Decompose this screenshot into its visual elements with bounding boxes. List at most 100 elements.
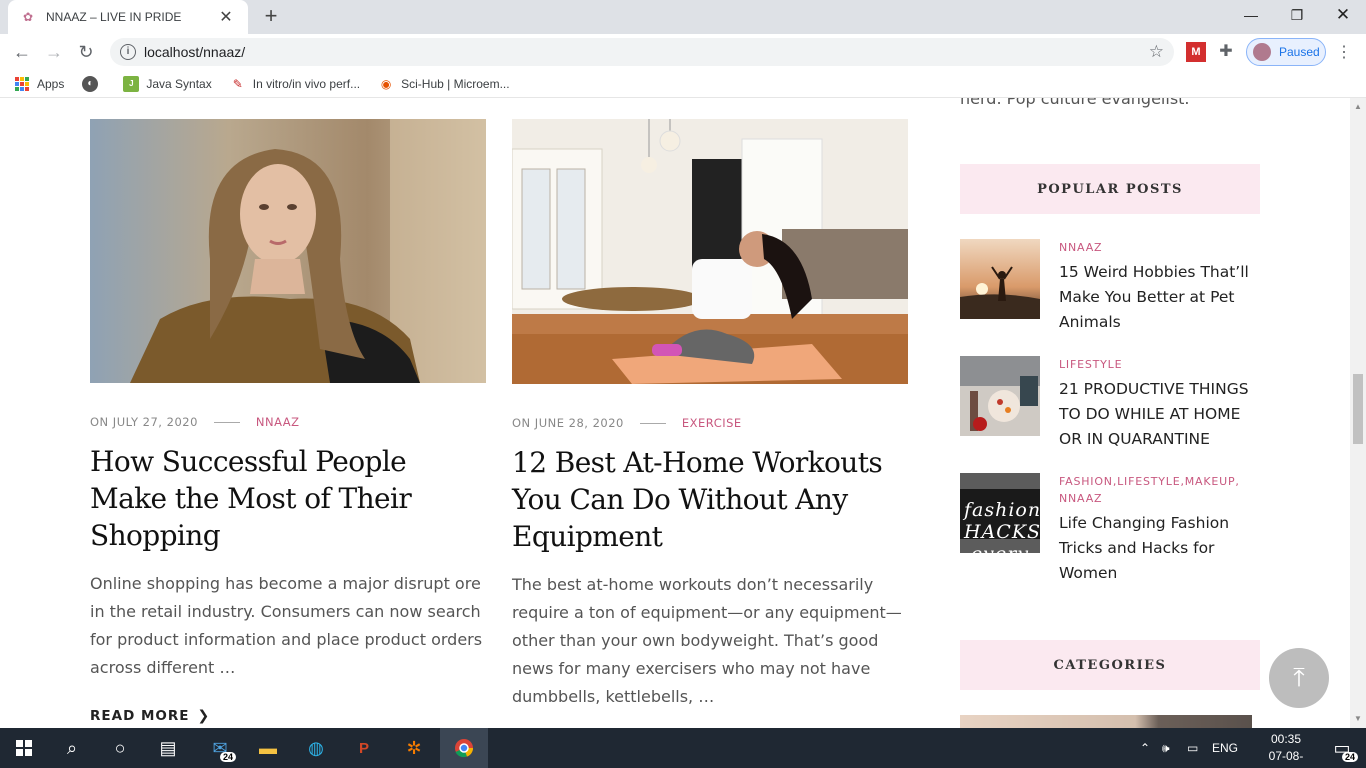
close-window-button[interactable]: ✕ xyxy=(1320,0,1366,30)
post-meta: ON JUNE 28, 2020 EXERCISE xyxy=(512,416,908,430)
powerpoint-icon[interactable]: P xyxy=(340,728,388,768)
mail-badge: 24 xyxy=(219,752,236,762)
scroll-up-arrow-icon[interactable]: ▲ xyxy=(1350,102,1366,111)
restore-window-button[interactable]: ❐ xyxy=(1274,0,1320,30)
post-image[interactable] xyxy=(90,119,486,383)
back-to-top-button[interactable]: ⤒ xyxy=(1269,648,1329,708)
post-category-link[interactable]: NNAAZ xyxy=(256,415,300,429)
post-category-link[interactable]: EXERCISE xyxy=(682,416,742,430)
chrome-menu-icon[interactable]: ⋮ xyxy=(1334,42,1354,62)
search-icon[interactable]: ⌕ xyxy=(48,728,96,768)
tab-strip: ✿ NNAAZ – LIVE IN PRIDE ✕ + — ❐ ✕ xyxy=(0,0,1366,34)
popular-post-body: FASHION,LIFESTYLE,MAKEUP, NNAAZ Life Cha… xyxy=(1059,473,1259,586)
bookmark-label: Java Syntax xyxy=(146,76,212,91)
author-bio-text: nerd. Pop culture evangelist. xyxy=(960,98,1190,108)
notifications-icon[interactable]: ▭ 24 xyxy=(1318,728,1366,768)
edge-browser-icon[interactable]: ◍ xyxy=(292,728,340,768)
chevron-right-icon: ❯ xyxy=(197,708,211,724)
url-text[interactable]: localhost/nnaaz/ xyxy=(144,44,245,60)
popular-post-category[interactable]: NNAAZ xyxy=(1059,239,1259,256)
popular-post-title[interactable]: 21 PRODUCTIVE THINGS TO DO WHILE AT HOME… xyxy=(1059,377,1259,452)
popular-post-thumb[interactable] xyxy=(960,356,1040,436)
bookmark-in-vitro[interactable]: ✎ In vitro/in vivo perf... xyxy=(230,76,360,92)
read-more-link[interactable]: READ MORE ❯ xyxy=(90,708,486,724)
cortana-icon[interactable]: ○ xyxy=(96,728,144,768)
volume-icon[interactable]: 🕪 xyxy=(1162,728,1170,768)
address-bar[interactable]: i localhost/nnaaz/ ☆ xyxy=(110,38,1174,66)
file-explorer-icon[interactable]: ▬ xyxy=(244,728,292,768)
meta-divider xyxy=(639,422,666,424)
close-tab-icon[interactable]: ✕ xyxy=(216,7,236,27)
post-excerpt: The best at-home workouts don’t necessar… xyxy=(512,575,902,706)
notification-badge: 24 xyxy=(1341,752,1358,762)
xampp-icon[interactable]: ✲ xyxy=(390,728,438,768)
bookmark-label: In vitro/in vivo perf... xyxy=(252,76,361,91)
bookmark-label: Apps xyxy=(37,76,65,91)
post-title[interactable]: How Successful People Make the Most of T… xyxy=(90,443,486,554)
post-image[interactable] xyxy=(512,119,908,384)
post-card: ON JULY 27, 2020 NNAAZ How Successful Pe… xyxy=(90,119,486,724)
bookmark-scihub[interactable]: ◉ Sci-Hub | Microem... xyxy=(378,76,510,92)
show-hidden-icons-icon[interactable]: ⌃ xyxy=(1140,728,1150,768)
chrome-taskbar-icon[interactable] xyxy=(440,728,488,768)
clock-date: 07-08-2020 xyxy=(1268,749,1304,768)
popular-post-body: LIFESTYLE 21 PRODUCTIVE THINGS TO DO WHI… xyxy=(1059,356,1259,452)
popular-post-category[interactable]: LIFESTYLE xyxy=(1059,356,1259,373)
post-date: ON JUNE 28, 2020 xyxy=(512,416,624,430)
extensions-puzzle-icon[interactable]: ✚ xyxy=(1216,42,1236,62)
back-button[interactable]: ← xyxy=(10,40,34,64)
bookmark-star-icon[interactable]: ☆ xyxy=(1149,42,1164,62)
bookmarks-bar: Apps ◐ J Java Syntax ✎ In vitro/in vivo … xyxy=(0,70,1366,98)
post-title[interactable]: 12 Best At-Home Workouts You Can Do With… xyxy=(512,444,908,555)
categories-heading: CATEGORIES xyxy=(960,640,1260,690)
bookmark-icon: ✎ xyxy=(232,76,243,91)
bookmark-globe[interactable]: ◐ xyxy=(82,75,105,92)
start-windows-icon[interactable] xyxy=(0,728,48,768)
mendeley-extension-icon[interactable]: M xyxy=(1186,42,1206,62)
thumb-overlay-text: fashion HACKS every girl should know xyxy=(964,499,1040,553)
windows-taskbar: ⌕ ○ ▤ ✉ 24 ▬ ◍ P ✲ ⌃ 🕪 ▭ ENG 00:35 07-08… xyxy=(0,728,1366,768)
popular-post-title[interactable]: Life Changing Fashion Tricks and Hacks f… xyxy=(1059,511,1259,586)
profile-status: Paused xyxy=(1279,45,1320,59)
post-excerpt: Online shopping has become a major disru… xyxy=(90,574,483,677)
arrow-up-icon: ⤒ xyxy=(1293,662,1305,692)
apps-grid-icon xyxy=(14,76,30,92)
avatar xyxy=(1253,43,1271,61)
popular-post-body: NNAAZ 15 Weird Hobbies That’ll Make You … xyxy=(1059,239,1259,335)
popular-posts-heading: POPULAR POSTS xyxy=(960,164,1260,214)
meta-divider xyxy=(213,421,240,423)
browser-tab[interactable]: ✿ NNAAZ – LIVE IN PRIDE ✕ xyxy=(8,0,248,34)
popular-post-thumb[interactable] xyxy=(960,239,1040,319)
mail-app-icon[interactable]: ✉ 24 xyxy=(196,728,244,768)
page-scrollbar[interactable]: ▲ ▼ xyxy=(1350,98,1366,728)
language-indicator[interactable]: ENG xyxy=(1212,728,1238,768)
category-image-preview[interactable] xyxy=(960,715,1252,728)
bookmark-java-syntax[interactable]: J Java Syntax xyxy=(123,75,212,92)
popular-post-category[interactable]: FASHION,LIFESTYLE,MAKEUP, NNAAZ xyxy=(1059,473,1259,507)
profile-button[interactable]: Paused xyxy=(1246,38,1326,66)
tab-title: NNAAZ – LIVE IN PRIDE xyxy=(46,10,182,24)
bookmark-apps[interactable]: Apps xyxy=(14,76,64,92)
site-info-icon[interactable]: i xyxy=(120,44,136,60)
scrollbar-thumb[interactable] xyxy=(1353,374,1363,444)
popular-post-thumb[interactable]: fashion HACKS every girl should know xyxy=(960,473,1040,553)
browser-toolbar: ← → ↻ i localhost/nnaaz/ ☆ M ✚ Paused ⋮ xyxy=(0,34,1366,70)
globe-icon: ◐ xyxy=(82,75,99,92)
new-tab-button[interactable]: + xyxy=(258,4,284,30)
post-meta: ON JULY 27, 2020 NNAAZ xyxy=(90,415,486,429)
scroll-down-arrow-icon[interactable]: ▼ xyxy=(1350,714,1366,723)
site-favicon-icon: ✿ xyxy=(22,10,34,24)
bookmark-label: Sci-Hub | Microem... xyxy=(401,76,510,91)
system-clock[interactable]: 00:35 07-08-2020 xyxy=(1256,731,1316,768)
minimize-window-button[interactable]: — xyxy=(1228,0,1274,30)
post-card: ON JUNE 28, 2020 EXERCISE 12 Best At-Hom… xyxy=(512,119,908,711)
popular-post-title[interactable]: 15 Weird Hobbies That’ll Make You Better… xyxy=(1059,260,1259,335)
forward-button[interactable]: → xyxy=(42,40,66,64)
task-view-icon[interactable]: ▤ xyxy=(144,728,192,768)
scihub-icon: ◉ xyxy=(380,76,392,91)
reload-button[interactable]: ↻ xyxy=(74,40,98,64)
clock-time: 00:35 xyxy=(1270,732,1302,746)
java-icon: J xyxy=(123,75,140,92)
network-icon[interactable]: ▭ xyxy=(1187,728,1198,768)
read-more-label: READ MORE xyxy=(90,708,190,724)
